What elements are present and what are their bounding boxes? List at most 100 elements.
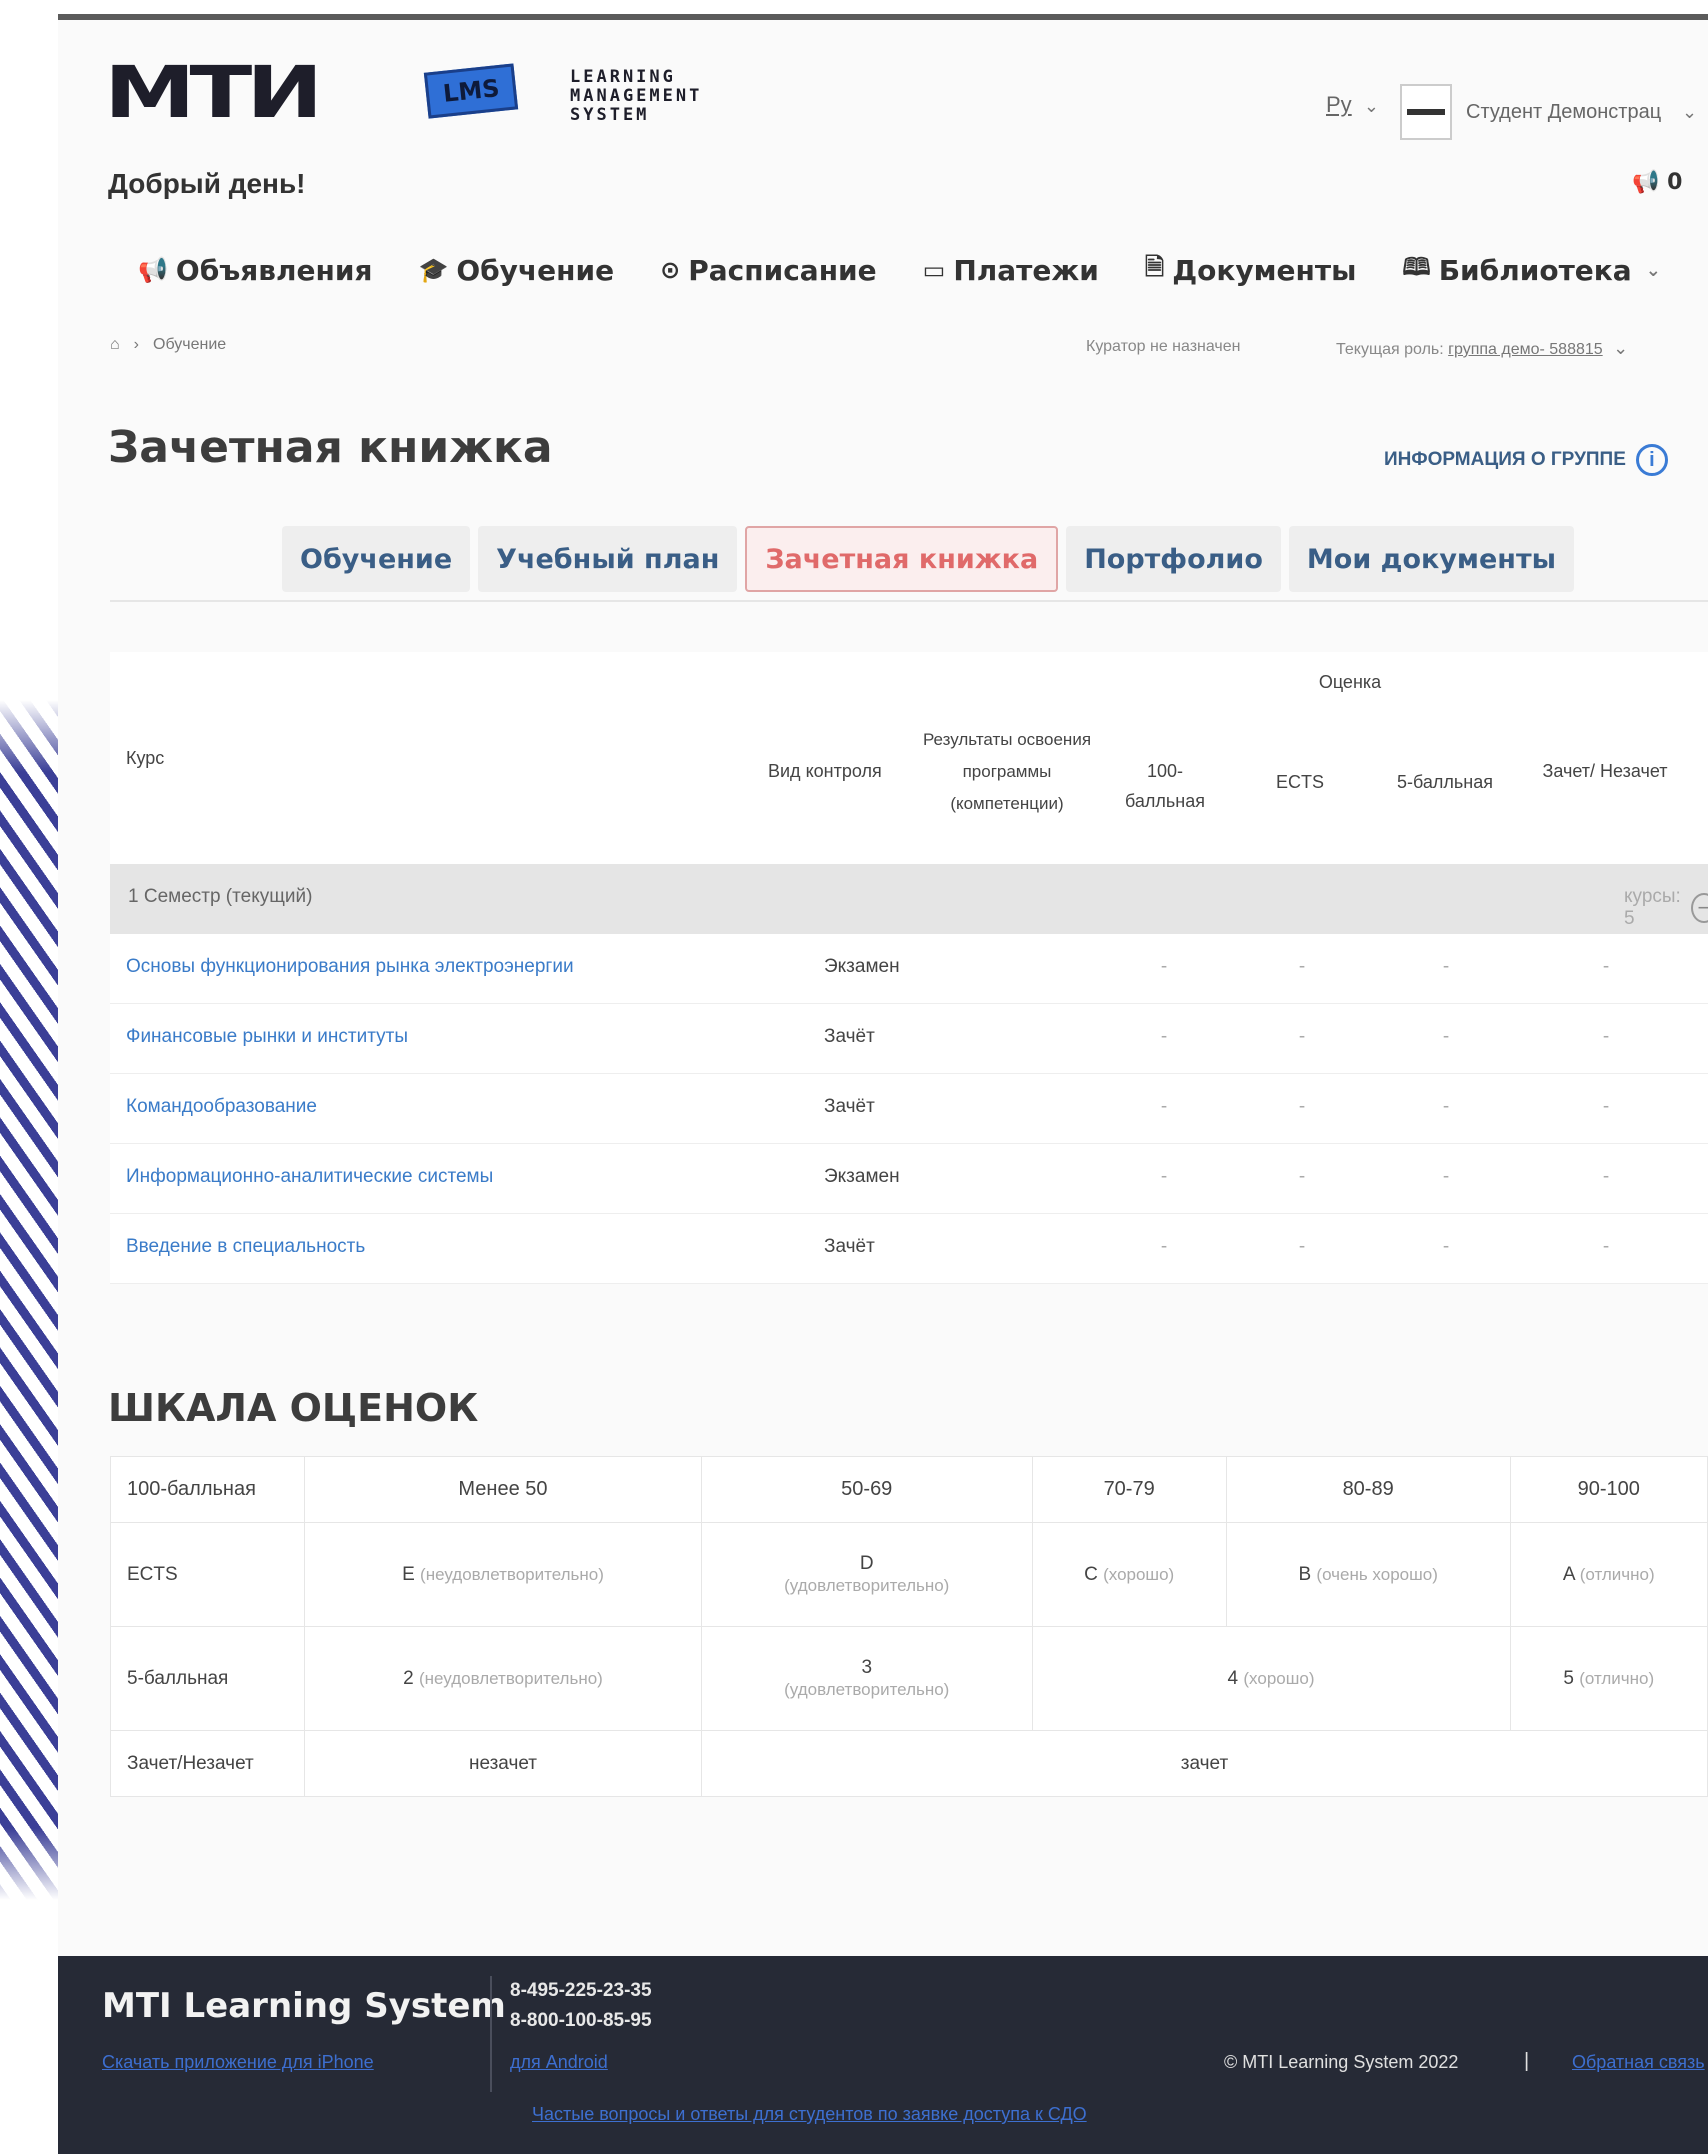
scale-label: ECTS [110,1522,305,1627]
grade-ects: - [1298,1236,1306,1257]
logo-subtitle-line3: SYSTEM [570,105,650,125]
grading-scale-table: 100-балльная Менее 50 50-69 70-79 80-89 … [110,1456,1708,1797]
scale-grade-desc: (неудовлетворительно) [418,1668,603,1688]
chevron-down-icon: ⌄ [1682,101,1698,122]
scale-grade-desc: (неудовлетворительно) [420,1564,604,1584]
footer-divider [490,1976,492,2092]
grade-pass: - [1602,956,1610,977]
scale-cell: 3 (удовлетворительно) [700,1626,1033,1731]
user-menu[interactable]: Студент Демонстрац ⌄ [1400,84,1708,140]
grade-pass: - [1602,1166,1610,1187]
semester-row[interactable]: 1 Семестр (текущий) курсы: 5 − [110,864,1708,934]
semester-courses-count: курсы: 5 [1624,886,1681,929]
tab-learning[interactable]: Обучение [282,526,471,592]
course-link[interactable]: Информационно-аналитические системы [126,1166,493,1188]
nav-item-documents[interactable]: 🗎 Документы [1145,250,1357,291]
payments-icon: ▭ [922,256,946,284]
scale-label: Зачет/Незачет [110,1730,305,1797]
nav-label: Расписание [688,253,877,287]
stripes-fade [0,700,58,1900]
language-selector[interactable]: Ру ⌄ [1326,92,1379,118]
clock-icon: ⊙ [660,256,681,284]
nav-item-payments[interactable]: ▭ Платежи [923,254,1099,287]
nav-label: Документы [1172,253,1357,287]
breadcrumb-separator: › [133,336,139,353]
current-role[interactable]: Текущая роль: группа демо- 588815 ⌄ [1336,338,1628,359]
nav-label: Библиотека [1438,253,1632,287]
tab-gradebook[interactable]: Зачетная книжка [745,526,1059,592]
nav-item-announcements[interactable]: 📢 Объявления [138,254,372,287]
collapse-icon[interactable]: − [1691,893,1708,923]
scale-cell: 5 (отлично) [1509,1626,1708,1731]
main-nav: 📢 Объявления 🎓 Обучение ⊙ Расписание ▭ П… [138,246,1678,294]
course-link[interactable]: Командообразование [126,1096,317,1118]
logo-subtitle-line2: MANAGEMENT [570,86,703,106]
grade-100: - [1160,1096,1168,1117]
role-value: группа демо- 588815 [1448,341,1603,358]
scale-cell: 90-100 [1509,1456,1708,1523]
header-ects: ECTS [1275,772,1324,792]
scale-title: ШКАЛА ОЦЕНОК [108,1386,479,1430]
scale-grade: C [1084,1563,1098,1585]
group-info-label: ИНФОРМАЦИЯ О ГРУППЕ [1384,449,1626,470]
nav-label: Объявления [175,253,373,287]
table-row: Зачет/Незачет незачет зачет [110,1730,1708,1797]
header-results: Результаты освоения программы (компетенц… [922,730,1092,813]
control-type: Зачёт [824,1096,875,1117]
chevron-down-icon: ⌄ [1363,96,1379,116]
footer-brand: MTI Learning System [102,1986,506,2026]
nav-item-library[interactable]: 🕮 Библиотека ⌄ [1402,250,1660,291]
logo[interactable]: МТИ [104,48,323,138]
iphone-app-link[interactable]: Скачать приложение для iPhone [102,2052,374,2073]
faq-link[interactable]: Частые вопросы и ответы для студентов по… [532,2104,1087,2125]
table-row: 5-балльная 2 (неудовлетворительно) 3 (удо… [110,1626,1708,1731]
scale-grade: E [402,1563,415,1585]
table-row: Информационно-аналитические системы Экза… [110,1144,1708,1214]
tab-my-documents[interactable]: Мои документы [1288,526,1575,592]
nav-item-learning[interactable]: 🎓 Обучение [418,254,614,287]
notifications-count: 0 [1667,170,1683,195]
grade-100: - [1160,1026,1168,1047]
header-5: 5-балльная [1397,772,1493,792]
header-grade: Оценка [1318,672,1382,692]
grade-100: - [1160,1236,1168,1257]
scale-grade-desc: (очень хорошо) [1316,1564,1438,1584]
grade-pass: - [1602,1026,1610,1047]
group-info-link[interactable]: ИНФОРМАЦИЯ О ГРУППЕ i [1384,444,1668,476]
scale-cell: 50-69 [700,1456,1033,1523]
breadcrumb-current: Обучение [153,336,227,353]
table-row: Командообразование Зачёт - - - - [110,1074,1708,1144]
scale-grade: B [1298,1563,1312,1585]
scale-grade: 2 [403,1667,414,1689]
logo-mark: МТИ [104,50,323,135]
grade-ects: - [1298,956,1306,977]
info-icon: i [1635,444,1668,476]
curator-status: Куратор не назначен [1086,338,1241,355]
grade-5: - [1442,1236,1450,1257]
scale-cell: C (хорошо) [1031,1522,1227,1627]
control-type: Экзамен [824,956,900,977]
home-icon[interactable]: ⌂ [110,336,120,354]
scale-grade: 3 [861,1656,873,1678]
course-link[interactable]: Основы функционирования рынка электроэне… [126,956,574,978]
feedback-link[interactable]: Обратная связь [1572,2052,1705,2073]
chevron-down-icon: ⌄ [1613,338,1629,358]
scale-grade: A [1562,1563,1575,1585]
breadcrumb: ⌂ › Обучение [110,336,226,354]
notifications-button[interactable]: 📢 0 [1632,170,1682,195]
scale-cell: Менее 50 [304,1456,702,1523]
android-app-link[interactable]: для Android [510,2052,608,2073]
course-link[interactable]: Финансовые рынки и институты [126,1026,408,1048]
scale-cell: незачет [304,1730,702,1797]
header-control: Вид контроля [768,761,882,781]
logo-subtitle-line1: LEARNING [570,67,676,87]
grade-5: - [1442,956,1450,977]
nav-item-schedule[interactable]: ⊙ Расписание [660,254,877,287]
tab-portfolio[interactable]: Портфолио [1066,526,1281,592]
course-link[interactable]: Введение в специальность [126,1236,365,1258]
scale-grade-desc: (отлично) [1579,1668,1655,1688]
tab-curriculum[interactable]: Учебный план [478,526,738,592]
grade-100: - [1160,956,1168,977]
header-pass: Зачет/ Незачет [1542,761,1668,781]
semester-courses: курсы: 5 − [1624,886,1708,930]
